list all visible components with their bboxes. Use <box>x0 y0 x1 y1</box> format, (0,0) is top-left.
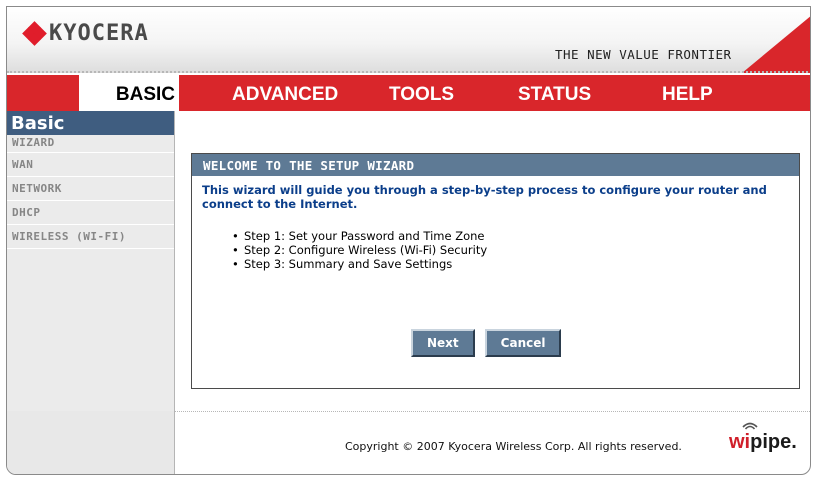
tab-tools[interactable]: TOOLS <box>389 84 454 106</box>
wizard-step: Step 3: Summary and Save Settings <box>232 257 799 271</box>
setup-wizard-panel: WELCOME TO THE SETUP WIZARD This wizard … <box>191 153 800 389</box>
wifi-arcs-icon <box>742 422 758 430</box>
sidebar-item-wan[interactable]: WAN <box>7 153 174 177</box>
sidebar: Basic WIZARD WAN NETWORK DHCP WIRELESS (… <box>7 111 175 411</box>
footer-divider <box>175 411 810 412</box>
main-nav: BASIC ADVANCED TOOLS STATUS HELP <box>7 75 810 111</box>
wipipe-logo: wipipe. <box>729 431 797 454</box>
tagline: THE NEW VALUE FRONTIER <box>555 47 732 62</box>
tab-help[interactable]: HELP <box>662 84 713 106</box>
tab-status[interactable]: STATUS <box>518 84 591 106</box>
page-header: KYOCERA THE NEW VALUE FRONTIER <box>7 7 810 73</box>
kyocera-logo-icon <box>22 20 47 46</box>
sidebar-item-wizard[interactable]: WIZARD <box>7 135 174 153</box>
cancel-button[interactable]: Cancel <box>484 329 562 357</box>
wipipe-logo-suffix: pipe. <box>750 431 797 453</box>
tab-basic[interactable]: BASIC <box>79 75 179 111</box>
wizard-steps: Step 1: Set your Password and Time Zone … <box>232 229 799 271</box>
wizard-title: WELCOME TO THE SETUP WIZARD <box>192 154 799 176</box>
router-admin-window: KYOCERA THE NEW VALUE FRONTIER BASIC ADV… <box>6 6 811 475</box>
sidebar-item-network[interactable]: NETWORK <box>7 177 174 201</box>
copyright-text: Copyright © 2007 Kyocera Wireless Corp. … <box>345 440 682 453</box>
brand-name: KYOCERA <box>49 21 149 46</box>
wizard-description: This wizard will guide you through a ste… <box>202 183 767 211</box>
wizard-step: Step 1: Set your Password and Time Zone <box>232 229 799 243</box>
sidebar-item-wireless[interactable]: WIRELESS (WI-FI) <box>7 225 174 249</box>
tab-advanced[interactable]: ADVANCED <box>232 84 338 106</box>
header-divider <box>7 71 810 73</box>
sidebar-item-dhcp[interactable]: DHCP <box>7 201 174 225</box>
wizard-step: Step 2: Configure Wireless (Wi-Fi) Secur… <box>232 243 799 257</box>
kyocera-logo: KYOCERA <box>22 20 149 46</box>
next-button[interactable]: Next <box>411 329 475 357</box>
wipipe-logo-prefix: wi <box>729 431 751 453</box>
header-red-wedge <box>742 16 810 73</box>
wizard-buttons: Next Cancel <box>411 329 562 357</box>
sidebar-title: Basic <box>7 111 174 135</box>
sidebar-footer <box>7 411 175 474</box>
